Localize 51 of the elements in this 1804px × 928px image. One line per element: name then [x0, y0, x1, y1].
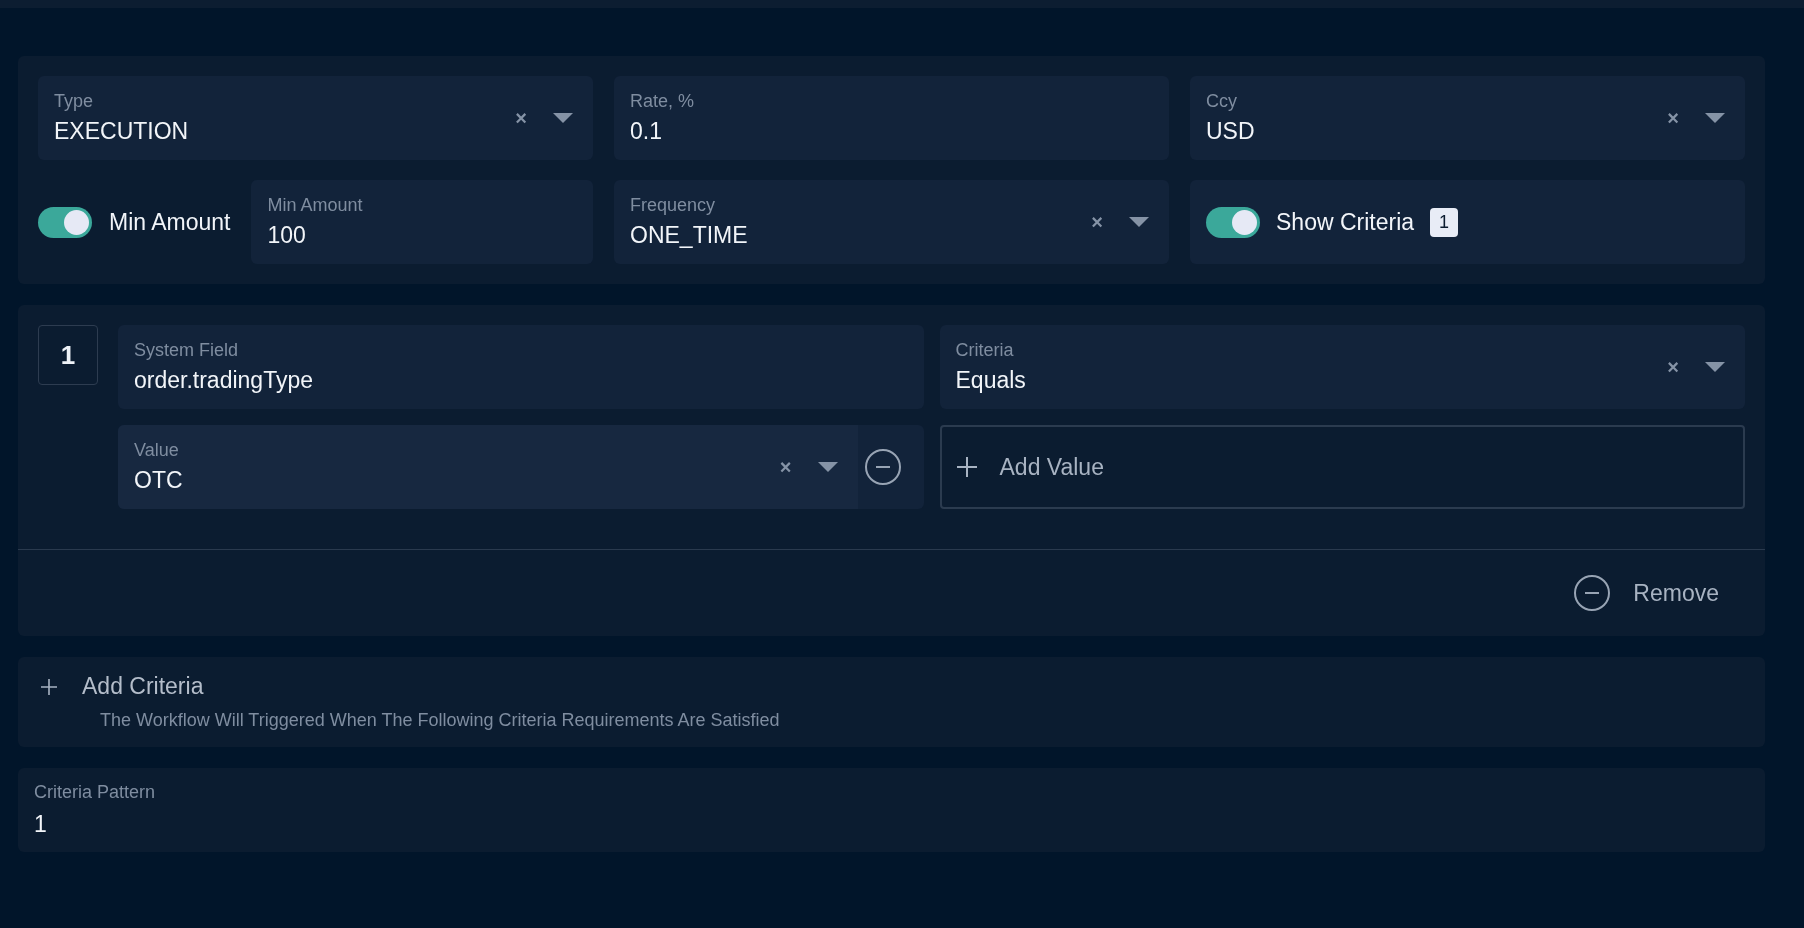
add-criteria-button[interactable]: Add Criteria [40, 673, 204, 700]
input-field[interactable]: Criteria Pattern 1 [18, 768, 1765, 852]
field-label: Criteria [955, 340, 1015, 361]
input-field[interactable]: Min Amount 100 [251, 180, 593, 264]
toggle-switch[interactable] [38, 206, 92, 238]
toggle-switch[interactable] [1206, 206, 1260, 238]
field-value: 100 [267, 222, 307, 249]
select-field[interactable]: Ccy USD × [1190, 76, 1745, 160]
clear-icon[interactable]: × [1091, 210, 1103, 234]
remove-icon[interactable] [863, 448, 902, 486]
input-field[interactable]: System Field order.tradingType [118, 325, 924, 409]
caret-icon[interactable] [1129, 217, 1149, 227]
field-label: Rate, % [630, 91, 696, 112]
field-value: ONE_TIME [630, 222, 749, 249]
field-value: 0.1 [630, 118, 663, 145]
select-field[interactable]: Criteria Equals × [939, 325, 1745, 409]
caret-icon[interactable] [553, 113, 573, 123]
clear-icon[interactable]: × [1667, 106, 1679, 130]
field-label: Type [54, 91, 95, 112]
field-value: Equals [955, 367, 1027, 394]
field-value: 1 [34, 811, 48, 838]
caret-icon[interactable] [1705, 362, 1725, 372]
field-label: Frequency [630, 195, 717, 216]
select-field[interactable]: Type EXECUTION × [38, 76, 593, 160]
field-value: order.tradingType [134, 367, 314, 394]
plus-icon [955, 456, 978, 478]
minus-circle-icon [1573, 574, 1612, 612]
select-field[interactable]: Value OTC × [118, 425, 858, 509]
plus-icon [40, 677, 58, 696]
select-field[interactable]: Frequency ONE_TIME × [614, 180, 1169, 264]
field-value: USD [1206, 118, 1256, 145]
field-label: Min Amount [267, 195, 364, 216]
count-badge: 1 [1430, 207, 1459, 237]
field-label: System Field [134, 340, 240, 361]
field-value: EXECUTION [54, 118, 190, 145]
field-value: OTC [134, 467, 184, 494]
toggle-label: Show Criteria [1276, 208, 1415, 236]
caret-icon[interactable] [817, 462, 838, 472]
add-value-button[interactable]: Add Value [939, 425, 1745, 509]
caret-icon[interactable] [1705, 113, 1725, 123]
input-field[interactable]: Rate, % 0.1 [614, 76, 1169, 160]
field-label: Value [134, 440, 180, 461]
criteria-number: 1 [38, 325, 98, 385]
clear-icon[interactable]: × [1667, 355, 1679, 379]
remove-button[interactable]: Remove [1573, 574, 1719, 612]
clear-icon[interactable]: × [779, 455, 792, 479]
hint-text: The Workflow Will Triggered When The Following Criteria Requirements Are Satisfied [100, 710, 781, 731]
toggle-label: Min Amount [109, 208, 231, 236]
field-label: Ccy [1206, 91, 1238, 112]
clear-icon[interactable]: × [515, 106, 527, 130]
field-label: Criteria Pattern [34, 782, 157, 803]
